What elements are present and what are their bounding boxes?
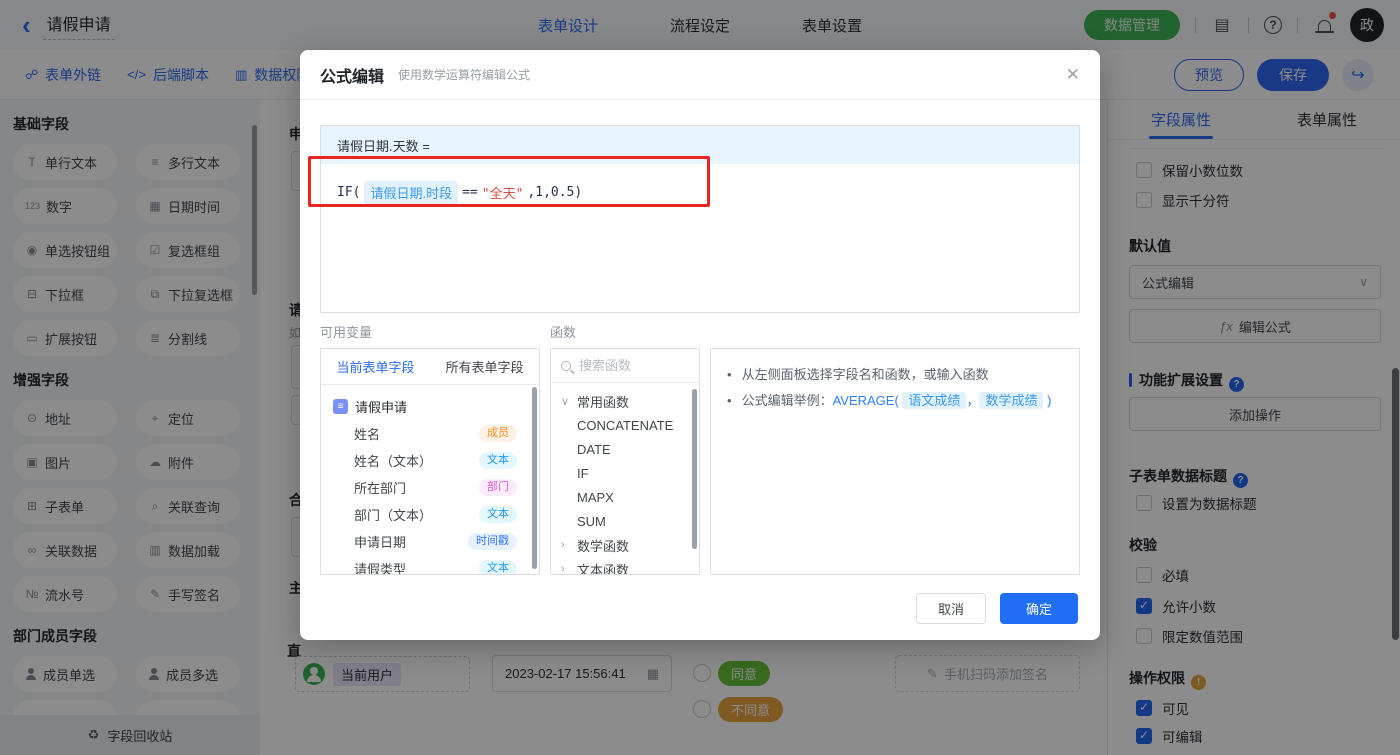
chevron-right-icon: › (561, 539, 565, 551)
type-badge: 成员 (479, 425, 517, 442)
type-badge: 时间戳 (468, 533, 517, 550)
cancel-button[interactable]: 取消 (916, 593, 986, 624)
form-node[interactable]: ≡ 请假申请 (333, 393, 529, 420)
group-common-functions[interactable]: ∨ 常用函数 (561, 389, 699, 413)
hint-text: 公式编辑举例： (741, 393, 833, 408)
search-icon (561, 360, 571, 371)
hint-text: 从左侧面板选择字段名和函数，或输入函数 (741, 367, 989, 382)
functions-label: 函数 (550, 325, 577, 340)
formula-tail: ,1,0.5) (527, 185, 583, 200)
chevron-down-icon: ∨ (561, 395, 570, 408)
function-search (551, 349, 699, 383)
variable-row[interactable]: 请假类型 文本 (333, 555, 529, 575)
variable-name: 请假类型 (354, 562, 407, 575)
function-sum[interactable]: SUM (561, 509, 699, 533)
type-badge: 文本 (479, 506, 517, 523)
formula-editor[interactable]: 请假日期.天数 = IF( 请假日期.时段 == "全天" ,1,0.5) (320, 125, 1080, 313)
tab-all-form-fields[interactable]: 所有表单字段 (430, 349, 539, 384)
app-window: ‹ 请假申请 表单设计 流程设定 表单设置 数据管理 ▤ ? 政 ☍ 表单外链 <… (0, 0, 1400, 755)
function-date[interactable]: DATE (561, 437, 699, 461)
variable-row[interactable]: 姓名 成员 (333, 420, 529, 447)
functions-scrollbar[interactable] (692, 389, 697, 549)
chevron-right-icon: › (561, 563, 565, 575)
hint-line-1: 从左侧面板选择字段名和函数，或输入函数 (727, 362, 1063, 388)
variables-list: ≡ 请假申请 姓名 成员 姓名（文本） 文本 所在部门 部门 部门（文本） 文本 申请日… (321, 385, 539, 575)
group-label: 文本函数 (577, 562, 630, 575)
formula-target: 请假日期.天数 = (337, 138, 430, 154)
hint-token: 语文成绩 (902, 392, 967, 409)
function-mapx[interactable]: MAPX (561, 485, 699, 509)
variables-tabs: 当前表单字段 所有表单字段 (321, 349, 539, 385)
hint-close: ) (1047, 393, 1052, 408)
hint-comma: ， (966, 393, 980, 408)
variable-name: 所在部门 (354, 481, 407, 496)
variables-panel: 当前表单字段 所有表单字段 ≡ 请假申请 姓名 成员 姓名（文本） 文本 所在部门部… (320, 348, 540, 575)
formula-fn: IF( (337, 185, 361, 200)
functions-tree: ∨ 常用函数 CONCATENATE DATE IF MAPX SUM › 数学函数… (551, 383, 699, 575)
group-label: 数学函数 (577, 538, 630, 554)
group-math-functions[interactable]: › 数学函数 (561, 533, 699, 557)
formula-target-band: 请假日期.天数 = (321, 126, 1079, 164)
formula-operator: == (462, 185, 478, 200)
variable-row[interactable]: 部门（文本） 文本 (333, 501, 529, 528)
hint-fn: AVERAGE( (832, 393, 899, 408)
hint-line-2: 公式编辑举例：AVERAGE( 语文成绩，数学成绩 ) (727, 388, 1063, 414)
variables-label: 可用变量 (320, 325, 373, 340)
variables-scrollbar[interactable] (532, 387, 537, 569)
formula-editor-modal: 公式编辑 使用数学运算符编辑公式 ✕ 请假日期.天数 = IF( 请假日期.时段… (300, 50, 1100, 640)
type-badge: 文本 (479, 452, 517, 469)
function-concatenate[interactable]: CONCATENATE (561, 413, 699, 437)
function-search-input[interactable] (579, 358, 679, 373)
type-badge: 文本 (479, 560, 517, 574)
formula-string: "全天" (481, 187, 524, 202)
variable-row[interactable]: 姓名（文本） 文本 (333, 447, 529, 474)
confirm-button[interactable]: 确定 (1000, 593, 1078, 624)
formula-field-token[interactable]: 请假日期.时段 (364, 181, 459, 204)
functions-panel: ∨ 常用函数 CONCATENATE DATE IF MAPX SUM › 数学函数… (550, 348, 700, 575)
group-label: 常用函数 (577, 394, 630, 410)
close-icon[interactable]: ✕ (1066, 65, 1080, 85)
function-if[interactable]: IF (561, 461, 699, 485)
modal-header: 公式编辑 使用数学运算符编辑公式 ✕ (300, 50, 1100, 100)
variable-name: 姓名（文本） (354, 454, 433, 469)
variable-name: 申请日期 (354, 535, 407, 550)
variable-row[interactable]: 申请日期 时间戳 (333, 528, 529, 555)
tab-current-form-fields[interactable]: 当前表单字段 (321, 349, 430, 384)
type-badge: 部门 (479, 479, 517, 496)
modal-subtitle: 使用数学运算符编辑公式 (398, 68, 531, 82)
variable-name: 部门（文本） (354, 508, 433, 523)
form-node-label: 请假申请 (355, 400, 408, 415)
hint-token: 数学成绩 (979, 392, 1044, 409)
form-doc-icon: ≡ (333, 399, 348, 414)
hints-panel: 从左侧面板选择字段名和函数，或输入函数 公式编辑举例：AVERAGE( 语文成绩… (710, 348, 1080, 575)
variable-row[interactable]: 所在部门 部门 (333, 474, 529, 501)
formula-expression[interactable]: IF( 请假日期.时段 == "全天" ,1,0.5) (321, 164, 1079, 221)
variable-name: 姓名 (354, 427, 381, 442)
modal-footer: 取消 确定 (916, 593, 1078, 624)
modal-title: 公式编辑 (320, 68, 385, 86)
group-text-functions[interactable]: › 文本函数 (561, 557, 699, 575)
